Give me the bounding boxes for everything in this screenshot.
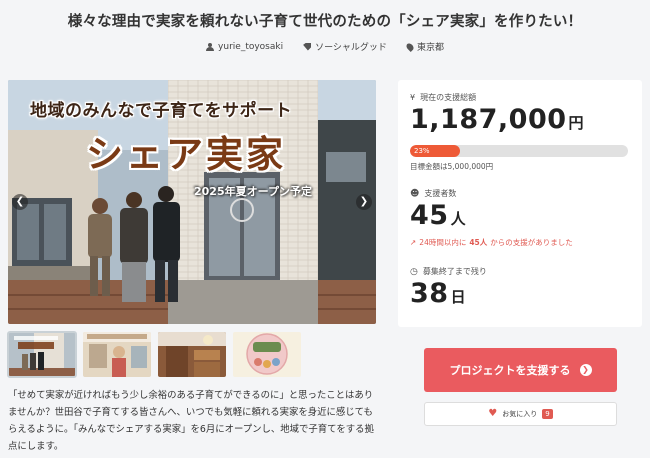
thumbnail-3[interactable] xyxy=(158,332,226,377)
tag-icon xyxy=(303,42,312,51)
location-link[interactable]: 東京都 xyxy=(404,40,444,53)
users-icon: ☻ xyxy=(410,188,420,199)
project-description: 「せめて実家が近ければもう少し余裕のある子育てができるのに」と思ったことはありま… xyxy=(8,390,374,452)
funding-stats-card: ¥ 現在の支援総額 1,187,000 円 23% 目標金額は5,000,000円… xyxy=(398,80,642,327)
trending-up-icon: ↗ xyxy=(410,238,417,247)
support-project-button[interactable]: プロジェクトを支援する ❯ xyxy=(424,348,617,392)
category-name: ソーシャルグッド xyxy=(315,43,387,53)
author-name: yurie_toyosaki xyxy=(218,41,284,52)
supporters-unit: 人 xyxy=(450,210,466,228)
funding-progress-bar: 23% xyxy=(410,145,628,157)
total-amount-value: 1,187,000 xyxy=(410,104,567,135)
support-button-label: プロジェクトを支援する xyxy=(449,364,571,377)
recent-support-note: ↗ 24時間以内に 45人 からの支援がありました xyxy=(410,238,573,247)
hero-headline: 地域のみんなで子育てをサポート xyxy=(30,101,293,121)
hero-opening-note: 2025年夏オープン予定 xyxy=(194,185,312,198)
project-meta: yurie_toyosaki ソーシャルグッド 東京都 xyxy=(0,40,650,53)
favorite-count: 9 xyxy=(542,409,553,419)
thumbnail-1-image xyxy=(8,332,76,377)
remaining-value: 38 xyxy=(410,278,449,309)
total-amount-label: ¥ 現在の支援総額 xyxy=(410,93,477,102)
location-name: 東京都 xyxy=(416,43,444,53)
thumbnail-2-image xyxy=(83,332,151,377)
remaining-label: ◷ 募集終了まで残り xyxy=(410,266,487,277)
supporters-value: 45 xyxy=(410,200,449,231)
heart-icon: ♥ xyxy=(488,408,498,419)
category-link[interactable]: ソーシャルグッド xyxy=(303,40,387,53)
yen-icon: ¥ xyxy=(410,93,416,102)
page-title: 様々な理由で実家を頼れない子育て世代のための「シェア実家」を作りたい！ xyxy=(67,14,583,30)
location-pin-icon xyxy=(404,41,415,52)
total-amount: 1,187,000 円 xyxy=(410,104,584,135)
thumbnail-2[interactable] xyxy=(83,332,151,377)
user-icon xyxy=(206,42,215,51)
thumbnail-3-image xyxy=(158,332,226,377)
arrow-right-circle-icon: ❯ xyxy=(579,364,592,376)
thumbnail-1[interactable] xyxy=(7,331,77,378)
thumbnail-4-image xyxy=(233,332,301,377)
remaining-days: 38 日 xyxy=(410,278,466,309)
total-amount-unit: 円 xyxy=(568,114,584,132)
supporters-label: ☻ 支援者数 xyxy=(410,188,457,199)
main-image[interactable]: 地域のみんなで子育てをサポート シェア実家 2025年夏オープン予定 ❮ ❯ xyxy=(8,80,376,324)
hero-title: シェア実家 xyxy=(86,133,286,176)
author-link[interactable]: yurie_toyosaki xyxy=(206,40,283,53)
favorite-label: お気に入り xyxy=(502,410,538,418)
carousel-next-button[interactable]: ❯ xyxy=(356,194,372,210)
chevron-left-icon: ❮ xyxy=(15,196,25,207)
carousel-prev-button[interactable]: ❮ xyxy=(12,194,28,210)
thumbnail-strip xyxy=(7,331,301,378)
remaining-unit: 日 xyxy=(450,288,466,306)
favorite-button[interactable]: ♥ お気に入り 9 xyxy=(424,402,617,426)
clock-icon: ◷ xyxy=(410,266,418,277)
supporters-count: 45 人 xyxy=(410,200,466,231)
progress-percent: 23% xyxy=(414,147,430,155)
chevron-right-icon: ❯ xyxy=(359,196,369,207)
thumbnail-4[interactable] xyxy=(233,332,301,377)
goal-amount: 目標金額は5,000,000円 xyxy=(410,162,494,171)
